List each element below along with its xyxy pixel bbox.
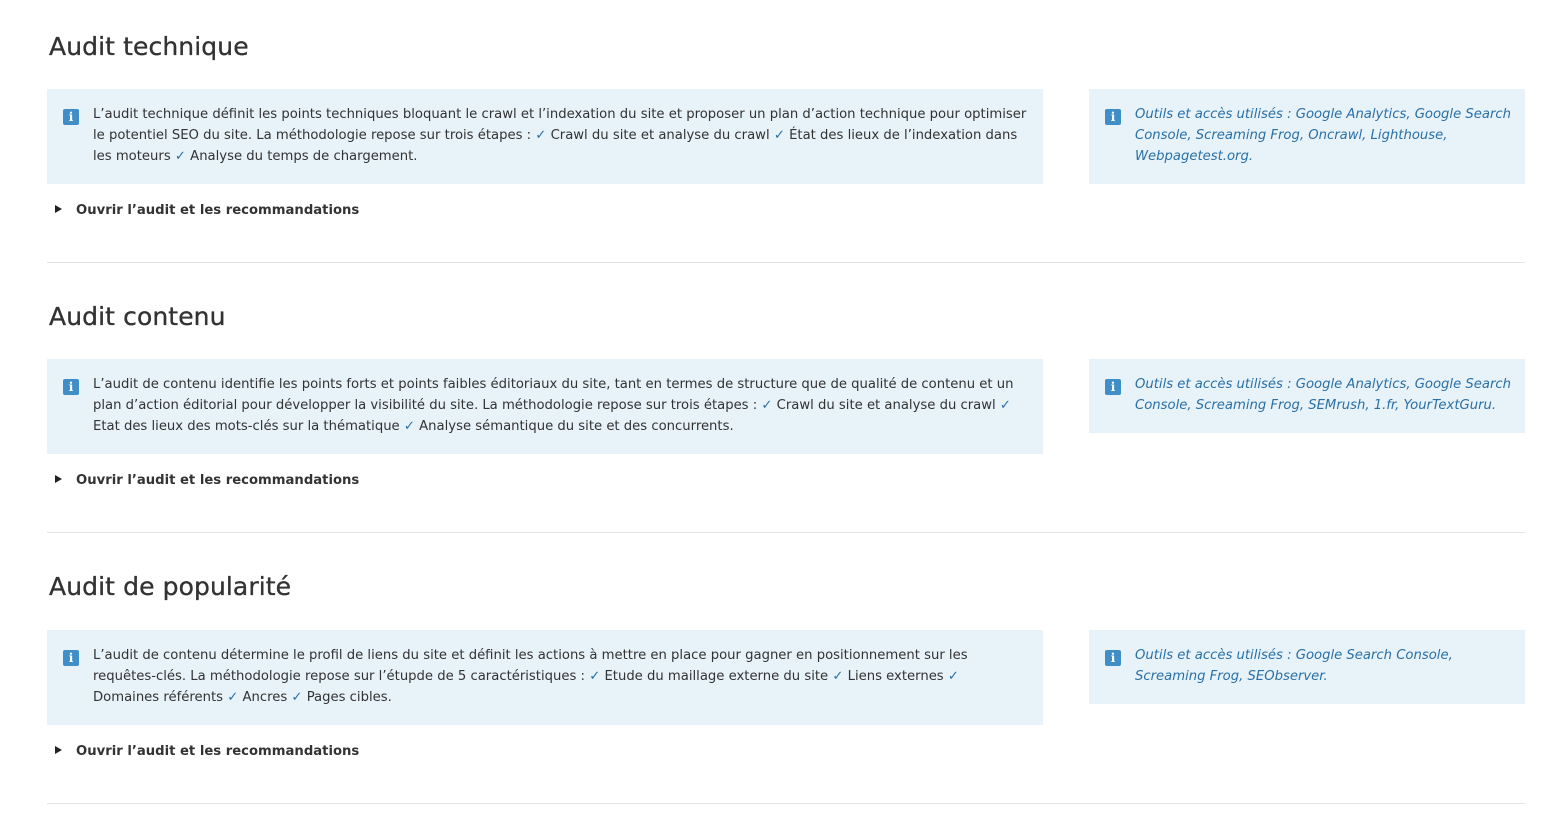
description-text: L’audit technique définit les points tec… (93, 107, 1027, 164)
info-icon: i (63, 379, 79, 395)
tools-text: Outils et accès utilisés : Google Analyt… (1135, 107, 1511, 164)
info-icon: i (63, 109, 79, 125)
section-title: Audit technique (49, 32, 249, 61)
section-title: Audit contenu (49, 302, 226, 331)
section-audit-popularite: Audit de popularité i L’audit de contenu… (47, 572, 1525, 807)
toggle-label: Ouvrir l’audit et les recommandations (76, 473, 360, 488)
triangle-right-icon (55, 205, 62, 213)
open-audit-toggle[interactable]: Ouvrir l’audit et les recommandations (55, 744, 359, 759)
section-divider (47, 532, 1525, 533)
open-audit-toggle[interactable]: Ouvrir l’audit et les recommandations (55, 203, 359, 218)
triangle-right-icon (55, 475, 62, 483)
section-audit-contenu: Audit contenu i L’audit de contenu ident… (47, 302, 1525, 534)
description-text: L’audit de contenu identifie les points … (93, 377, 1014, 434)
toggle-label: Ouvrir l’audit et les recommandations (76, 744, 360, 759)
info-icon: i (1105, 109, 1121, 125)
description-box: i L’audit de contenu détermine le profil… (47, 630, 1043, 725)
tools-text: Outils et accès utilisés : Google Search… (1135, 648, 1453, 684)
tools-text: Outils et accès utilisés : Google Analyt… (1135, 377, 1511, 413)
open-audit-toggle[interactable]: Ouvrir l’audit et les recommandations (55, 473, 359, 488)
toggle-label: Ouvrir l’audit et les recommandations (76, 203, 360, 218)
section-title: Audit de popularité (49, 572, 292, 601)
page: Audit technique i L’audit technique défi… (0, 0, 1558, 821)
info-icon: i (1105, 379, 1121, 395)
tools-box: i Outils et accès utilisés : Google Anal… (1089, 359, 1525, 433)
description-box: i L’audit technique définit les points t… (47, 89, 1043, 184)
section-divider (47, 803, 1525, 804)
tools-box: i Outils et accès utilisés : Google Sear… (1089, 630, 1525, 704)
info-icon: i (63, 650, 79, 666)
tools-box: i Outils et accès utilisés : Google Anal… (1089, 89, 1525, 184)
description-text: L’audit de contenu détermine le profil d… (93, 648, 968, 705)
info-icon: i (1105, 650, 1121, 666)
section-divider (47, 262, 1525, 263)
triangle-right-icon (55, 746, 62, 754)
section-audit-technique: Audit technique i L’audit technique défi… (47, 32, 1525, 264)
description-box: i L’audit de contenu identifie les point… (47, 359, 1043, 454)
